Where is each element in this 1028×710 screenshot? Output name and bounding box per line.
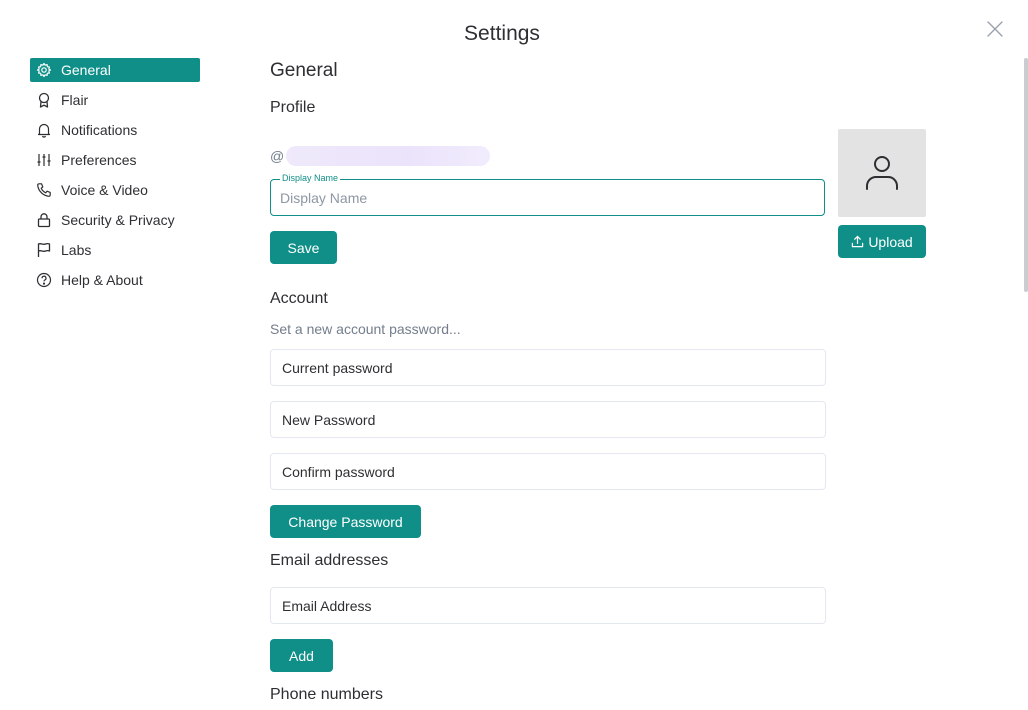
upload-label: Upload [868, 233, 913, 250]
lock-icon [36, 212, 52, 228]
display-name-field[interactable]: Display Name [270, 173, 825, 216]
account-hint: Set a new account password... [270, 321, 461, 337]
bell-icon [36, 122, 52, 138]
user-avatar-icon [866, 156, 898, 190]
sidebar-item-label: General [61, 62, 111, 78]
sidebar-item-label: Flair [61, 92, 89, 108]
sidebar-item-label: Labs [61, 242, 92, 258]
current-password-field[interactable] [270, 349, 826, 386]
sidebar-item-label: Voice & Video [61, 182, 148, 198]
dialog-title: Settings [464, 22, 540, 45]
scrollbar[interactable] [1024, 58, 1028, 292]
sidebar-item-notifications[interactable]: Notifications [30, 118, 200, 142]
confirm-password-field[interactable] [270, 453, 826, 490]
confirm-password-input[interactable] [271, 454, 825, 489]
user-id: @ [270, 146, 491, 166]
flag-icon [36, 242, 52, 258]
profile-heading: Profile [270, 99, 316, 116]
email-address-input[interactable] [271, 588, 825, 623]
email-heading: Email addresses [270, 552, 389, 569]
account-heading: Account [270, 290, 328, 307]
avatar[interactable] [838, 129, 926, 217]
sidebar-item-preferences[interactable]: Preferences [30, 148, 200, 172]
phone-icon [36, 182, 52, 198]
change-password-button[interactable]: Change Password [270, 505, 421, 538]
sidebar-item-general[interactable]: General [30, 58, 200, 82]
new-password-field[interactable] [270, 401, 826, 438]
sidebar-item-help-about[interactable]: Help & About [30, 268, 200, 292]
sidebar-item-label: Help & About [61, 272, 143, 288]
close-button[interactable] [985, 19, 1005, 39]
ribbon-icon [36, 92, 52, 108]
add-email-button[interactable]: Add [270, 639, 333, 672]
help-circle-icon [36, 272, 52, 288]
email-address-field[interactable] [270, 587, 826, 624]
upload-button[interactable]: Upload [838, 225, 926, 258]
current-password-input[interactable] [271, 350, 825, 385]
settings-dialog: Settings General Flair Notifications Pre… [0, 0, 1028, 710]
sidebar-item-flair[interactable]: Flair [30, 88, 200, 112]
phone-heading: Phone numbers [270, 686, 383, 703]
new-password-input[interactable] [271, 402, 825, 437]
sidebar-item-voice-video[interactable]: Voice & Video [30, 178, 200, 202]
sidebar-item-labs[interactable]: Labs [30, 238, 200, 262]
gear-icon [36, 62, 52, 78]
page-title: General [270, 60, 338, 81]
sidebar-item-label: Notifications [61, 122, 138, 138]
close-icon [987, 21, 1003, 37]
sidebar-item-label: Preferences [61, 152, 137, 168]
sidebar-item-label: Security & Privacy [61, 212, 175, 228]
upload-icon [852, 235, 864, 248]
display-name-input[interactable] [271, 180, 824, 215]
at-symbol: @ [270, 148, 285, 164]
sidebar-item-security-privacy[interactable]: Security & Privacy [30, 208, 200, 232]
settings-sidebar: General Flair Notifications Preferences … [30, 58, 200, 298]
redacted-user-id [286, 146, 491, 166]
save-button[interactable]: Save [270, 231, 337, 264]
display-name-label: Display Name [280, 173, 341, 183]
sliders-icon [36, 152, 52, 168]
